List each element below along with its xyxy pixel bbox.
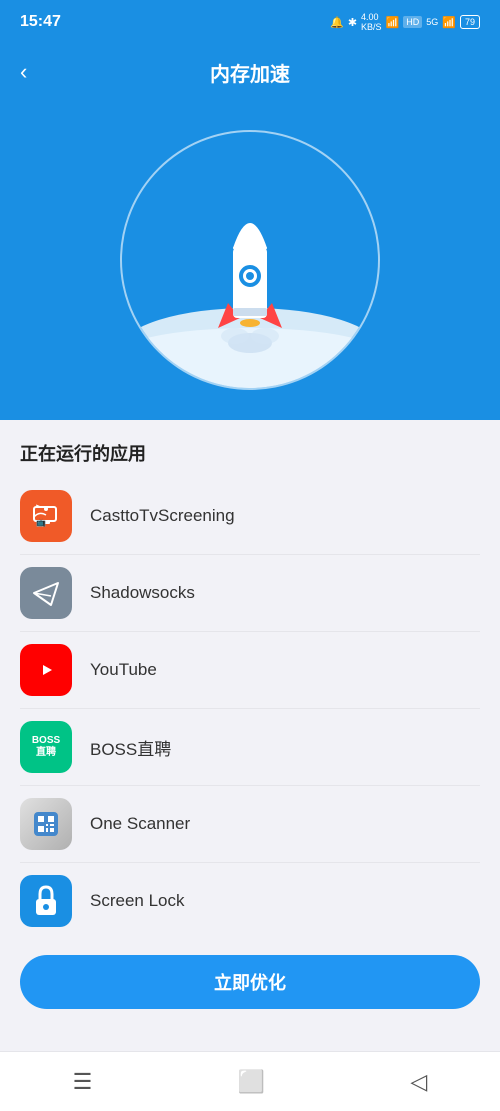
signal-icon: 5G bbox=[426, 17, 438, 27]
app-icon-youtube bbox=[20, 644, 72, 696]
hero-section bbox=[0, 100, 500, 420]
app-name-shadowsocks: Shadowsocks bbox=[90, 583, 195, 603]
bluetooth-icon: ✱ bbox=[348, 16, 357, 29]
list-item[interactable]: 📺 CasttoTvScreening bbox=[20, 478, 480, 555]
rocket-container bbox=[122, 188, 378, 358]
bell-icon: 🔔 bbox=[330, 16, 344, 29]
status-icons: 🔔 ✱ 4.00KB/S 📶 HD 5G 📶 79 bbox=[330, 12, 480, 32]
back-button[interactable]: ‹ bbox=[20, 59, 27, 85]
nav-back-icon[interactable]: ◁ bbox=[410, 1069, 427, 1095]
svg-text:📺: 📺 bbox=[36, 518, 46, 527]
main-content: 正在运行的应用 📺 CasttoTvScreening bbox=[0, 420, 500, 939]
status-bar: 15:47 🔔 ✱ 4.00KB/S 📶 HD 5G 📶 79 bbox=[0, 0, 500, 44]
hero-circle bbox=[120, 130, 380, 390]
optimize-button[interactable]: 立即优化 bbox=[20, 955, 480, 1009]
list-item[interactable]: BOSS 直聘 BOSS直聘 bbox=[20, 709, 480, 786]
signal-bars: 📶 bbox=[442, 16, 456, 29]
cast-icon: 📺 bbox=[31, 501, 61, 531]
app-icon-shadowsocks bbox=[20, 567, 72, 619]
wifi-icon: 📶 bbox=[386, 16, 400, 29]
nav-menu-icon[interactable]: ☰ bbox=[73, 1069, 93, 1095]
header: ‹ 内存加速 bbox=[0, 44, 500, 100]
speed-indicator: 4.00KB/S bbox=[361, 12, 382, 32]
hd-badge: HD bbox=[403, 16, 422, 28]
page-title: 内存加速 bbox=[210, 58, 290, 87]
app-icon-screenlock bbox=[20, 875, 72, 927]
list-item[interactable]: Screen Lock bbox=[20, 863, 480, 939]
list-item[interactable]: Shadowsocks bbox=[20, 555, 480, 632]
app-icon-scanner bbox=[20, 798, 72, 850]
app-name-scanner: One Scanner bbox=[90, 814, 190, 834]
status-time: 15:47 bbox=[20, 13, 61, 31]
app-name-youtube: YouTube bbox=[90, 660, 157, 680]
app-name-screenlock: Screen Lock bbox=[90, 891, 185, 911]
list-item[interactable]: YouTube bbox=[20, 632, 480, 709]
battery-icon: 79 bbox=[460, 15, 480, 29]
list-item[interactable]: One Scanner bbox=[20, 786, 480, 863]
nav-home-icon[interactable]: ⬜ bbox=[238, 1069, 265, 1095]
lock-icon bbox=[32, 885, 60, 917]
app-name-boss: BOSS直聘 bbox=[90, 735, 171, 760]
app-icon-boss: BOSS 直聘 bbox=[20, 721, 72, 773]
app-icon-cast: 📺 bbox=[20, 490, 72, 542]
shadowsocks-icon bbox=[31, 578, 61, 608]
rocket-icon bbox=[200, 188, 300, 358]
scanner-icon bbox=[30, 808, 62, 840]
bottom-nav: ☰ ⬜ ◁ bbox=[0, 1051, 500, 1111]
section-title: 正在运行的应用 bbox=[20, 420, 480, 478]
youtube-icon bbox=[30, 658, 62, 682]
optimize-btn-container: 立即优化 bbox=[0, 939, 500, 1025]
app-list: 📺 CasttoTvScreening Shadowsocks bbox=[20, 478, 480, 939]
app-name-cast: CasttoTvScreening bbox=[90, 506, 235, 526]
